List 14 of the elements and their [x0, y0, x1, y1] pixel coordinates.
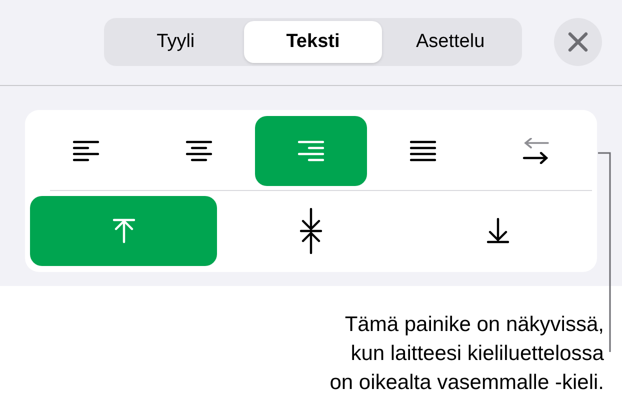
align-top-icon — [112, 218, 135, 244]
align-right-icon — [298, 140, 324, 162]
swap-arrows-icon — [522, 138, 550, 164]
align-center-icon — [186, 140, 212, 162]
align-bottom-icon — [487, 218, 510, 244]
tab[interactable]: Tyyli — [107, 21, 244, 63]
close-button[interactable] — [554, 18, 602, 66]
align-justify-icon — [410, 140, 436, 162]
align-left-icon — [73, 140, 100, 162]
tab[interactable]: Asettelu — [382, 21, 519, 63]
close-icon — [568, 32, 588, 52]
callout-text: Tämä painike on näkyvissä, kun laitteesi kieliluettelossa on oikealta vasemmalle -kieli. — [330, 312, 604, 396]
align-middle-icon — [300, 208, 322, 254]
tab[interactable]: Teksti — [244, 21, 382, 63]
